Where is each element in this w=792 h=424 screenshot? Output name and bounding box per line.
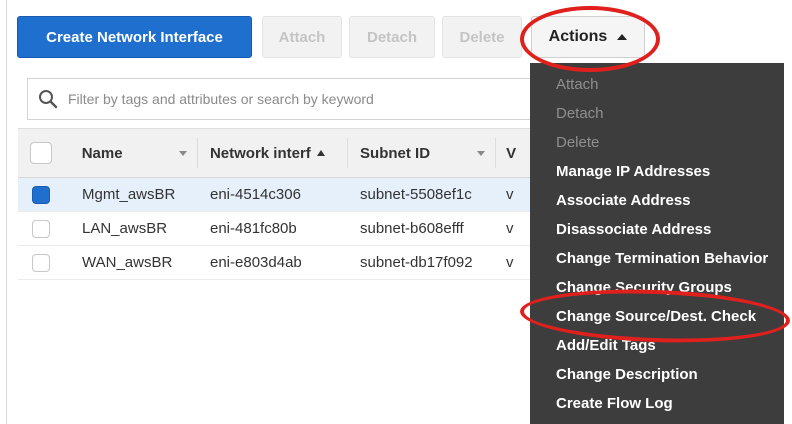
- cell-v: v: [506, 186, 514, 203]
- sort-down-icon: [477, 150, 486, 156]
- menu-item-change-source-dest-check[interactable]: Change Source/Dest. Check: [530, 302, 784, 331]
- column-header-v[interactable]: V: [496, 145, 530, 162]
- cell-name: LAN_awsBR: [82, 220, 168, 237]
- row-checkbox[interactable]: [32, 253, 50, 272]
- select-all-checkbox[interactable]: [29, 142, 52, 164]
- column-header-name[interactable]: Name: [64, 145, 197, 162]
- menu-item-attach[interactable]: Attach: [530, 70, 784, 99]
- cell-v: v: [506, 254, 514, 271]
- cell-name: WAN_awsBR: [82, 254, 173, 271]
- caret-up-icon: [617, 34, 628, 40]
- cell-subnet-id: subnet-5508ef1c: [360, 186, 472, 203]
- column-header-network-interface[interactable]: Network interf: [198, 145, 347, 162]
- attach-button[interactable]: Attach: [262, 16, 342, 58]
- detach-button[interactable]: Detach: [349, 16, 435, 58]
- left-border: [6, 0, 7, 424]
- cell-network-interface: eni-e803d4ab: [210, 254, 302, 271]
- search-input[interactable]: [66, 90, 510, 108]
- cell-subnet-id: subnet-db17f092: [360, 254, 473, 271]
- actions-label: Actions: [548, 28, 608, 45]
- network-interfaces-table: Name Network interf Subnet ID V Mgmt_aws…: [18, 128, 530, 280]
- menu-item-detach[interactable]: Detach: [530, 99, 784, 128]
- cell-network-interface: eni-481fc80b: [210, 220, 297, 237]
- table-row[interactable]: LAN_awsBR eni-481fc80b subnet-b608efff v: [18, 212, 530, 246]
- cell-v: v: [506, 220, 514, 237]
- actions-menu: Attach Detach Delete Manage IP Addresses…: [530, 63, 784, 424]
- actions-button[interactable]: Actions: [531, 16, 645, 58]
- table-header: Name Network interf Subnet ID V: [18, 128, 530, 178]
- menu-item-disassociate-address[interactable]: Disassociate Address: [530, 215, 784, 244]
- search-icon: [39, 90, 58, 109]
- table-row[interactable]: Mgmt_awsBR eni-4514c306 subnet-5508ef1c …: [18, 178, 530, 212]
- table-row[interactable]: WAN_awsBR eni-e803d4ab subnet-db17f092 v: [18, 246, 530, 280]
- cell-subnet-id: subnet-b608efff: [360, 220, 464, 237]
- menu-item-change-security-groups[interactable]: Change Security Groups: [530, 273, 784, 302]
- cell-name: Mgmt_awsBR: [82, 186, 176, 203]
- menu-item-change-description[interactable]: Change Description: [530, 360, 784, 389]
- sort-down-icon: [178, 150, 187, 156]
- delete-button[interactable]: Delete: [442, 16, 522, 58]
- column-header-subnet-id[interactable]: Subnet ID: [348, 145, 495, 162]
- menu-item-manage-ip-addresses[interactable]: Manage IP Addresses: [530, 157, 784, 186]
- menu-item-add-edit-tags[interactable]: Add/Edit Tags: [530, 331, 784, 360]
- sort-up-icon: [316, 150, 325, 156]
- menu-item-create-flow-log[interactable]: Create Flow Log: [530, 389, 784, 418]
- cell-network-interface: eni-4514c306: [210, 186, 301, 203]
- row-checkbox[interactable]: [32, 219, 50, 238]
- search-bar[interactable]: [27, 78, 530, 120]
- create-network-interface-button[interactable]: Create Network Interface: [17, 16, 252, 58]
- menu-item-change-termination-behavior[interactable]: Change Termination Behavior: [530, 244, 784, 273]
- menu-item-associate-address[interactable]: Associate Address: [530, 186, 784, 215]
- row-checkbox[interactable]: [32, 185, 50, 204]
- menu-item-delete[interactable]: Delete: [530, 128, 784, 157]
